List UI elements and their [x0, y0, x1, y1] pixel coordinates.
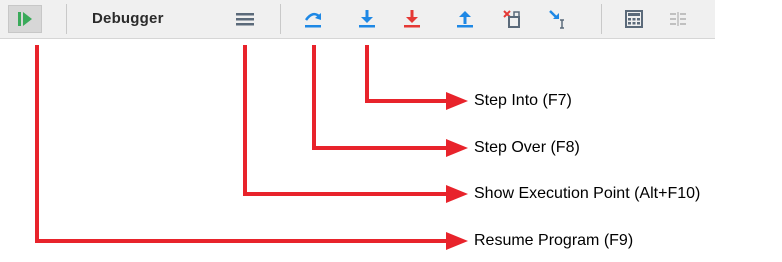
- resume-program-arrow: [35, 45, 448, 243]
- show-execution-point-callout: Show Execution Point (Alt+F10): [474, 185, 701, 202]
- step-over-arrow: [312, 45, 448, 150]
- arrowhead: [446, 232, 468, 250]
- resume-program-callout: Resume Program (F9): [474, 232, 634, 249]
- step-over-callout: Step Over (F8): [474, 139, 580, 156]
- step-into-arrow: [365, 45, 448, 103]
- arrowhead: [446, 185, 468, 203]
- arrowhead: [446, 139, 468, 157]
- arrowhead: [446, 92, 468, 110]
- step-into-callout: Step Into (F7): [474, 92, 572, 109]
- show-execution-point-arrow: [243, 45, 448, 196]
- annotation-arrows: [35, 45, 468, 250]
